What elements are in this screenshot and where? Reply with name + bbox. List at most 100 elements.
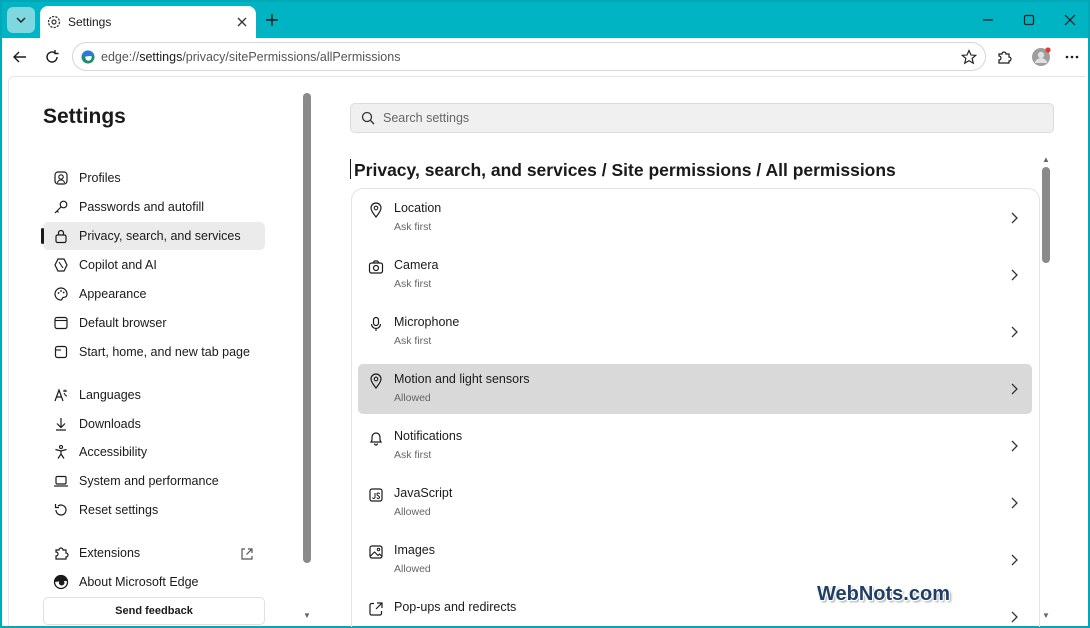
sidebar-item-languages[interactable]: Languages <box>43 381 265 409</box>
permission-row-camera[interactable]: Camera Ask first <box>358 250 1032 300</box>
sidebar-item-passwords[interactable]: Passwords and autofill <box>43 193 265 221</box>
scroll-down-arrow[interactable]: ▼ <box>1042 611 1050 620</box>
edge-icon <box>53 574 69 590</box>
microphone-icon <box>368 316 384 332</box>
permission-row-location[interactable]: Location Ask first <box>358 193 1032 243</box>
palette-icon <box>53 286 69 302</box>
permission-status: Allowed <box>394 392 431 404</box>
extensions-icon <box>53 545 69 561</box>
chevron-right-icon <box>1006 324 1022 340</box>
sidebar-item-downloads[interactable]: Downloads <box>43 410 265 438</box>
breadcrumb: Privacy, search, and services / Site per… <box>350 159 896 181</box>
close-window-button[interactable] <box>1054 8 1086 32</box>
sidebar-item-label: Start, home, and new tab page <box>79 345 250 359</box>
chevron-right-icon <box>1006 495 1022 511</box>
sidebar-item-system[interactable]: System and performance <box>43 467 265 495</box>
sidebar-item-accessibility[interactable]: Accessibility <box>43 438 265 466</box>
permission-title: Pop-ups and redirects <box>394 600 517 614</box>
chevron-right-icon <box>1006 609 1022 625</box>
sidebar-item-profiles[interactable]: Profiles <box>43 164 265 192</box>
sidebar-title: Settings <box>43 105 126 128</box>
more-icon <box>1065 55 1079 59</box>
send-feedback-button[interactable]: Send feedback <box>43 597 265 625</box>
sidebar-item-privacy[interactable]: Privacy, search, and services <box>41 222 265 250</box>
avatar-icon <box>1032 47 1051 66</box>
tab-bar: Settings <box>2 2 1088 38</box>
permission-row-javascript[interactable]: JavaScript Allowed <box>358 478 1032 528</box>
close-icon <box>237 17 247 27</box>
sidebar-item-default-browser[interactable]: Default browser <box>43 309 265 337</box>
permission-title: Location <box>394 201 442 215</box>
sidebar-scrollbar[interactable] <box>303 93 311 563</box>
tab-close-button[interactable] <box>232 12 252 32</box>
star-icon <box>961 49 977 65</box>
extensions-button[interactable] <box>992 45 1016 69</box>
sidebar-item-reset[interactable]: Reset settings <box>43 496 265 524</box>
permission-title: Camera <box>394 258 439 272</box>
permission-title: JavaScript <box>394 486 453 500</box>
permission-row-images[interactable]: Images Allowed <box>358 535 1032 585</box>
gear-icon <box>47 15 61 29</box>
javascript-icon <box>368 487 384 503</box>
profile-button[interactable] <box>1029 45 1053 69</box>
browser-icon <box>53 315 69 331</box>
sidebar-item-extensions[interactable]: Extensions <box>43 539 265 567</box>
sidebar-item-appearance[interactable]: Appearance <box>43 280 265 308</box>
settings-sidebar: Settings Profiles Passwords and autofill… <box>9 77 311 627</box>
copilot-icon <box>53 257 69 273</box>
permission-status: Ask first <box>394 221 432 233</box>
permission-row-motion-sensors[interactable]: Motion and light sensors Allowed <box>358 364 1032 414</box>
search-icon <box>361 111 375 125</box>
minimize-icon <box>983 19 993 21</box>
minimize-button[interactable] <box>972 8 1004 32</box>
chevron-right-icon <box>1006 210 1022 226</box>
location-icon <box>368 202 384 218</box>
chevron-down-icon <box>16 17 26 23</box>
permission-row-notifications[interactable]: Notifications Ask first <box>358 421 1032 471</box>
address-bar[interactable]: edge://settings/privacy/sitePermissions/… <box>72 42 986 71</box>
maximize-button[interactable] <box>1013 8 1045 32</box>
sidebar-item-label: Languages <box>79 388 141 402</box>
sidebar-item-label: Profiles <box>79 171 121 185</box>
url-path: /privacy/sitePermissions/allPermissions <box>182 49 401 64</box>
permission-status: Ask first <box>394 335 432 347</box>
permission-status: Ask first <box>394 449 432 461</box>
sidebar-item-label: Reset settings <box>79 503 159 517</box>
tab-settings[interactable]: Settings <box>40 6 256 38</box>
search-settings-input[interactable]: Search settings <box>350 103 1054 133</box>
sidebar-item-label: About Microsoft Edge <box>79 575 199 589</box>
address-toolbar: edge://settings/privacy/sitePermissions/… <box>2 38 1088 76</box>
url-text: edge://settings/privacy/sitePermissions/… <box>101 50 400 64</box>
permission-title: Motion and light sensors <box>394 372 530 386</box>
text-cursor <box>350 159 351 179</box>
arrow-left-icon <box>13 51 26 63</box>
chevron-right-icon <box>1006 267 1022 283</box>
permissions-list: Location Ask first Camera Ask first Micr… <box>351 188 1040 627</box>
scroll-up-arrow[interactable]: ▲ <box>1042 155 1050 164</box>
permission-row-microphone[interactable]: Microphone Ask first <box>358 307 1032 357</box>
edge-icon <box>81 49 95 63</box>
refresh-button[interactable] <box>40 45 64 69</box>
sidebar-item-about[interactable]: About Microsoft Edge <box>43 568 265 596</box>
new-tab-button[interactable] <box>260 8 284 32</box>
more-menu-button[interactable] <box>1060 45 1084 69</box>
sidebar-item-copilot[interactable]: Copilot and AI <box>43 251 265 279</box>
puzzle-icon <box>998 51 1012 64</box>
sidebar-item-label: Privacy, search, and services <box>79 229 241 243</box>
favorite-button[interactable] <box>959 47 979 67</box>
popup-icon <box>368 601 384 617</box>
url-scheme: edge:// <box>101 49 140 64</box>
download-icon <box>53 416 69 432</box>
search-placeholder: Search settings <box>383 111 470 125</box>
chevron-right-icon <box>1006 552 1022 568</box>
external-link-icon[interactable] <box>239 546 255 562</box>
home-icon <box>53 344 69 360</box>
sidebar-item-start-home[interactable]: Start, home, and new tab page <box>43 338 265 366</box>
back-button[interactable] <box>8 45 32 69</box>
tab-actions-button[interactable] <box>7 7 35 33</box>
main-scrollbar[interactable] <box>1042 167 1050 263</box>
url-host: settings <box>139 49 183 64</box>
permission-status: Allowed <box>394 506 431 518</box>
scroll-down-arrow[interactable]: ▼ <box>303 611 311 620</box>
page-title: Privacy, search, and services / Site per… <box>354 160 896 180</box>
